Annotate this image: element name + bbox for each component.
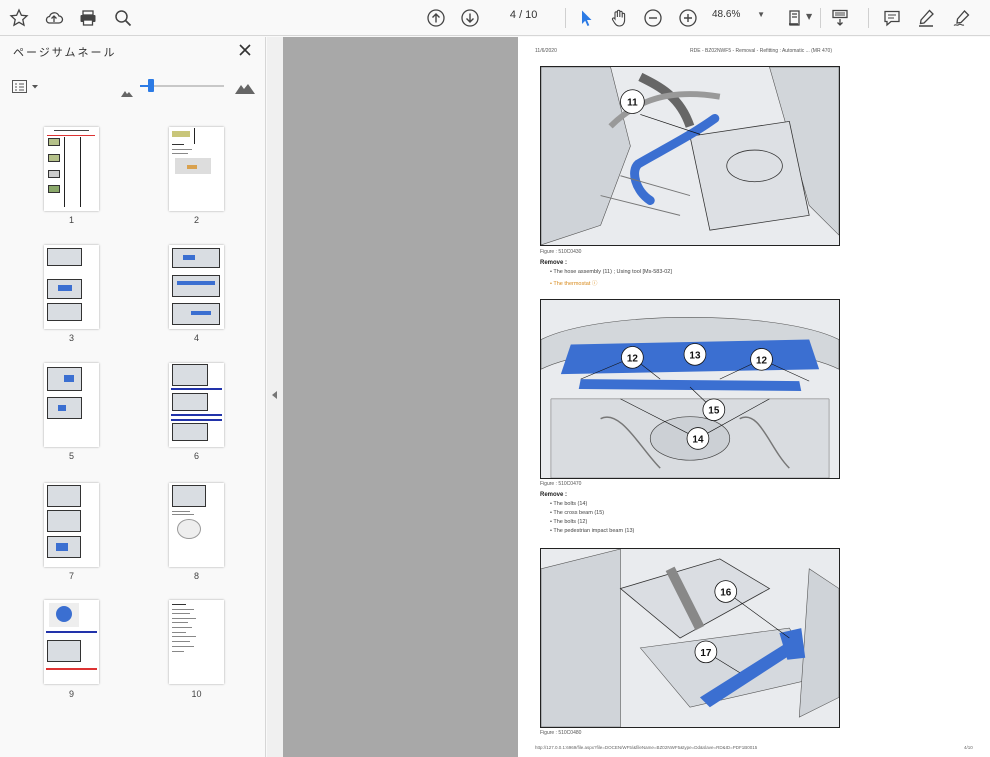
thumbnail-label: 5 xyxy=(68,451,74,461)
thumbnail-label: 2 xyxy=(193,215,199,225)
section-1-link[interactable]: • The thermostat ⓘ xyxy=(550,279,597,287)
upload-cloud-icon[interactable] xyxy=(42,6,66,30)
sign-pen-icon[interactable] xyxy=(950,6,974,30)
callout-label: 13 xyxy=(689,350,701,361)
page-thumbnail-7[interactable] xyxy=(44,483,99,567)
thumbnail-label: 9 xyxy=(68,689,74,699)
thumbnail-size-small-icon[interactable] xyxy=(121,82,133,101)
print-icon[interactable] xyxy=(76,6,100,30)
zoom-out-icon[interactable] xyxy=(641,6,665,30)
page-thumbnail-1[interactable] xyxy=(44,127,99,211)
page-thumbnail-5[interactable] xyxy=(44,363,99,447)
thumbnail-label: 8 xyxy=(193,571,199,581)
page-thumbnail-4[interactable] xyxy=(169,245,224,329)
collapse-arrow-icon[interactable] xyxy=(272,391,277,399)
callout-label: 11 xyxy=(627,98,638,109)
previous-page-icon[interactable] xyxy=(424,6,448,30)
zoom-level-select[interactable]: 48.6% ▼ xyxy=(712,9,765,20)
hand-tool-icon[interactable] xyxy=(607,6,631,30)
thumbnail-options-button[interactable] xyxy=(12,79,42,93)
highlight-pen-icon[interactable] xyxy=(914,6,938,30)
figure-2-caption: Figure : 510C0470 xyxy=(540,481,582,487)
find-search-icon[interactable] xyxy=(111,6,135,30)
callout-label: 12 xyxy=(756,355,768,366)
pdf-page: 11/6/2020 RDE - BZ02NWF5 - Removal - Ref… xyxy=(518,37,990,757)
callout-label: 14 xyxy=(692,434,704,445)
page-fit-icon[interactable] xyxy=(784,6,808,30)
close-icon[interactable] xyxy=(238,42,252,56)
page-thumbnail-6[interactable] xyxy=(169,363,224,447)
thumbnail-label: 1 xyxy=(68,215,74,225)
section-1-heading: Remove : xyxy=(540,260,568,266)
scroll-mode-icon[interactable] xyxy=(828,6,852,30)
sidebar-title: ページサムネール xyxy=(13,46,117,59)
page-header-title: RDE - BZ02NWF5 - Removal - Refitting : A… xyxy=(690,48,832,54)
chevron-down-icon: ▼ xyxy=(757,10,766,19)
figure-3-caption: Figure : 510C0480 xyxy=(540,730,582,736)
sidebar-collapse-strip[interactable] xyxy=(267,37,283,757)
page-thumbnail-8[interactable] xyxy=(169,483,224,567)
page-thumbnail-2[interactable] xyxy=(169,127,224,211)
comment-icon[interactable] xyxy=(880,6,904,30)
page-indicator: 4 / 10 xyxy=(500,9,538,21)
toolbar-divider xyxy=(868,8,869,28)
thumbnail-sidebar: ページサムネール 1 2 3 4 5 6 7 8 9 10 xyxy=(0,37,266,757)
figure-1-engine-bay: 11 xyxy=(540,66,840,246)
next-page-icon[interactable] xyxy=(458,6,482,30)
chevron-down-icon[interactable]: ▼ xyxy=(806,12,812,21)
toolbar: 4 / 10 48.6% ▼ ▼ xyxy=(0,0,990,36)
page-footer-url: http://127.0.0.1:6969/file.aspx?file=DOC… xyxy=(535,745,758,750)
zoom-value: 48.6% xyxy=(712,9,741,20)
bookmark-star-icon[interactable] xyxy=(7,6,31,30)
callout-label: 16 xyxy=(720,587,732,598)
section-2-heading: Remove : xyxy=(540,492,568,498)
slider-handle[interactable] xyxy=(148,79,154,92)
page-thumbnail-10[interactable] xyxy=(169,600,224,684)
callout-label: 12 xyxy=(627,353,639,364)
figure-3-subframe: 16 17 xyxy=(540,548,840,728)
document-viewer[interactable]: 11/6/2020 RDE - BZ02NWF5 - Removal - Ref… xyxy=(283,37,990,757)
section-2-item: • The pedestrian impact beam (13) xyxy=(550,528,635,534)
callout-label: 15 xyxy=(708,406,720,417)
section-2-item: • The bolts (14) xyxy=(550,501,588,507)
thumbnail-label: 3 xyxy=(68,333,74,343)
callout-label: 17 xyxy=(700,648,712,659)
zoom-in-icon[interactable] xyxy=(676,6,700,30)
toolbar-divider xyxy=(565,8,566,28)
thumbnail-label: 6 xyxy=(193,451,199,461)
page-footer-number: 4/10 xyxy=(964,745,973,750)
select-cursor-icon[interactable] xyxy=(574,6,598,30)
section-1-item: • The hose assembly (11) ; Using tool [M… xyxy=(550,269,672,275)
section-2-item: • The cross beam (15) xyxy=(550,510,605,516)
thumbnail-label: 4 xyxy=(193,333,199,343)
page-number-input[interactable]: 4 xyxy=(500,9,516,21)
page-header-date: 11/6/2020 xyxy=(535,48,557,54)
section-2-item: • The bolts (12) xyxy=(550,519,588,525)
page-total: / 10 xyxy=(519,9,538,21)
page-thumbnail-9[interactable] xyxy=(44,600,99,684)
thumbnail-size-large-icon[interactable] xyxy=(235,79,255,98)
figure-2-image: 12 13 12 15 14 xyxy=(540,299,840,479)
thumbnail-label: 7 xyxy=(68,571,74,581)
thumbnail-label: 10 xyxy=(191,689,202,699)
toolbar-divider xyxy=(820,8,821,28)
figure-1-caption: Figure : 510C0430 xyxy=(540,249,582,255)
page-thumbnail-3[interactable] xyxy=(44,245,99,329)
